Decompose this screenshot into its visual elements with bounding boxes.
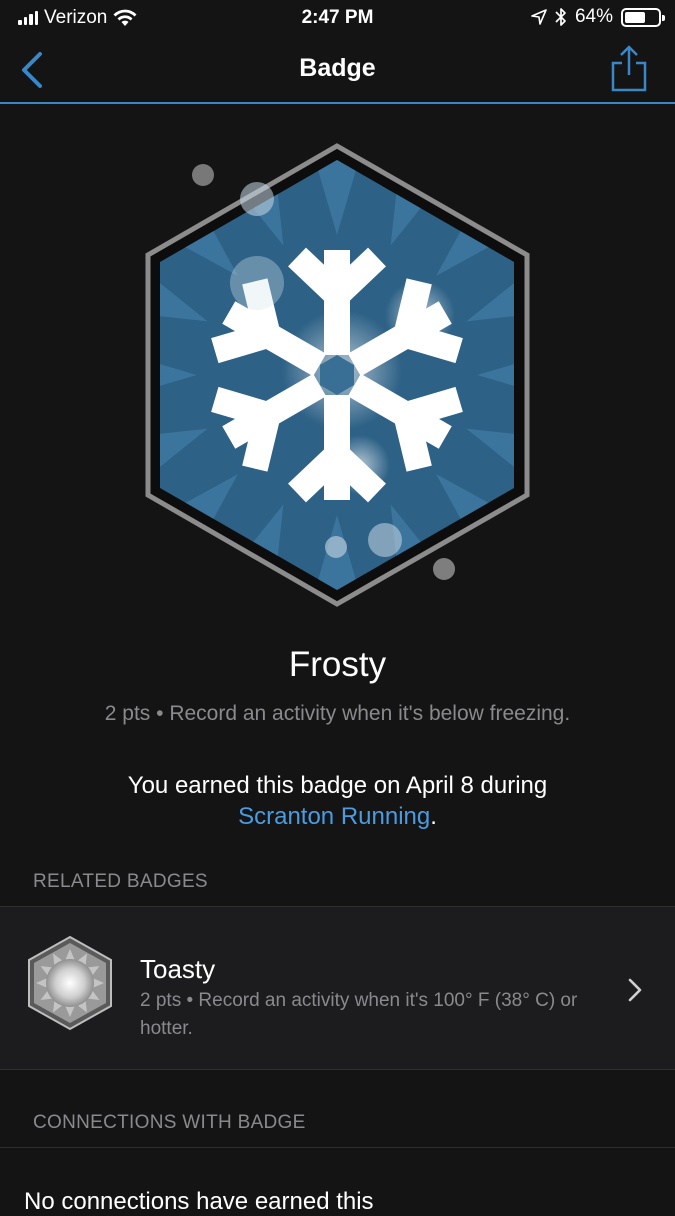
sun-badge-icon <box>28 935 112 1031</box>
back-button[interactable] <box>14 48 54 92</box>
related-badge-description: 2 pts • Record an activity when it's 100… <box>140 990 578 1039</box>
connections-header: CONNECTIONS WITH BADGE <box>33 1112 306 1133</box>
bluetooth-icon <box>555 8 566 26</box>
connections-row: No connections have earned this <box>0 1147 675 1215</box>
related-badge-name: Toasty <box>140 954 216 984</box>
related-badges-header: RELATED BADGES <box>33 871 208 892</box>
location-icon <box>531 9 547 25</box>
battery-fill <box>625 11 646 23</box>
nav-bar: Badge <box>0 36 675 104</box>
chevron-right-icon <box>628 978 642 1002</box>
badge-name: Frosty <box>288 645 387 684</box>
status-bar: Verizon 2:47 PM 64% <box>0 0 675 36</box>
share-icon <box>611 45 647 92</box>
share-button[interactable] <box>609 44 649 94</box>
battery-icon <box>621 7 665 27</box>
earned-suffix: . <box>430 803 437 830</box>
battery-percent: 64% <box>574 6 613 27</box>
earned-info: You earned this badge on April 8 during … <box>60 770 615 832</box>
snowflake-badge-icon <box>145 143 530 607</box>
related-badge-row[interactable]: Toasty 2 pts • Record an activity when i… <box>0 906 675 1070</box>
club-link[interactable]: Scranton Running <box>238 803 430 830</box>
earned-text: You earned this badge on April 8 during <box>127 772 548 799</box>
chevron-left-icon <box>22 52 42 88</box>
status-right: 64% <box>531 6 665 28</box>
badge-description: 2 pts • Record an activity when it's bel… <box>104 702 571 725</box>
connections-empty-text: No connections have earned this <box>24 1188 374 1215</box>
page-title: Badge <box>299 54 376 82</box>
